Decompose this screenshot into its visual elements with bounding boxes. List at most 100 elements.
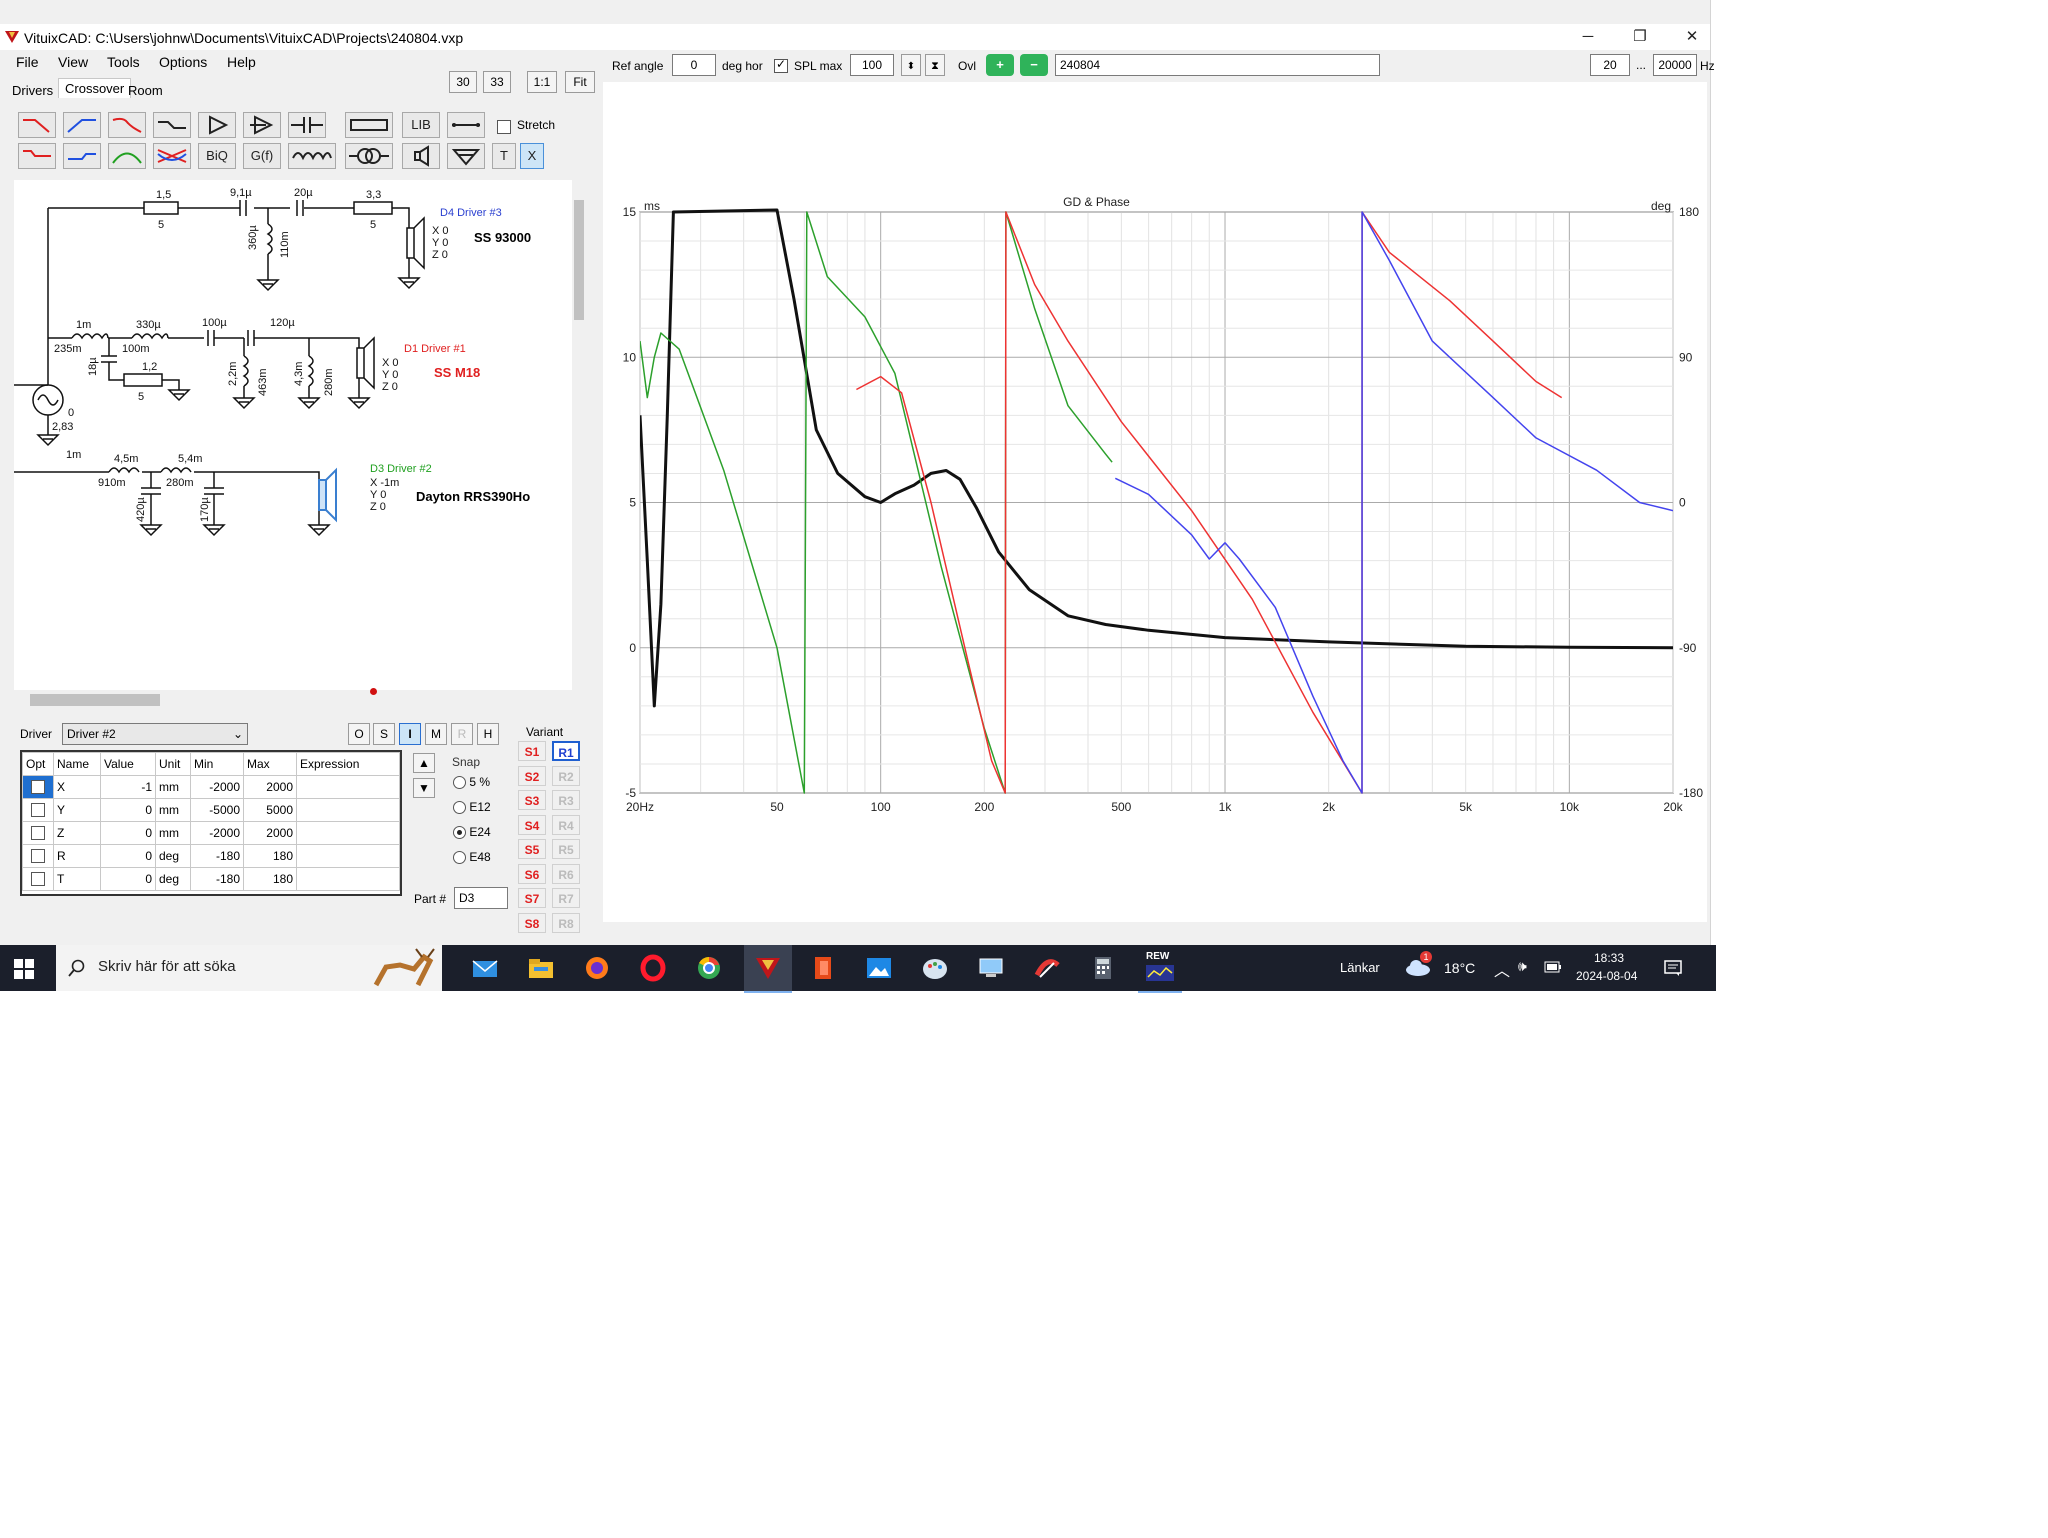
spl-range-button[interactable]: ⧗ [925,54,945,76]
variant-s8-button[interactable]: S8 [518,912,546,933]
row-expression[interactable] [296,798,400,822]
variant-s1-button[interactable]: S1 [518,741,546,761]
part-input[interactable]: D3 [454,887,508,909]
menu-tools[interactable]: Tools [107,54,140,70]
chevron-up-icon[interactable]: ︿ [1494,957,1510,981]
menu-help[interactable]: Help [227,54,256,70]
d3-driver-name[interactable]: D3 Driver #2 [370,463,432,475]
mode-i-button[interactable]: I [399,723,421,745]
table-row[interactable]: T 0 deg -180 180 [22,867,400,891]
mode-m-button[interactable]: M [425,723,447,745]
row-min[interactable]: -180 [190,844,244,868]
opt-checkbox[interactable] [22,775,54,799]
tools-app-icon[interactable] [1032,953,1062,983]
table-row[interactable]: Y 0 mm -5000 5000 [22,798,400,822]
table-row[interactable]: R 0 deg -180 180 [22,844,400,868]
rew-app-icon[interactable]: REW [1138,945,1182,993]
windows-start-icon[interactable] [14,959,34,979]
move-up-button[interactable]: ▲ [413,753,435,773]
variant-r6-button[interactable]: R6 [552,863,580,884]
volume-icon[interactable]: 🕪 [1518,958,1527,975]
row-value[interactable]: 0 [100,798,156,822]
lowpass1-tool[interactable] [18,112,56,138]
schematic-vscroll[interactable] [572,180,586,690]
add-overlay-button[interactable]: + [986,54,1014,76]
snap-option-5pct[interactable]: 5 % [453,775,490,790]
taskbar-search-box[interactable]: Skriv här för att söka [56,945,442,991]
variant-r8-button[interactable]: R8 [552,912,580,933]
table-row[interactable]: X -1 mm -2000 2000 [22,775,400,799]
mode-h-button[interactable]: H [477,723,499,745]
notification-icon[interactable] [1664,959,1682,977]
menu-view[interactable]: View [58,54,88,70]
zoom-1to1-button[interactable]: 1:1 [527,71,557,93]
overlay-name-input[interactable]: 240804 [1055,54,1380,76]
clock-time[interactable]: 18:33 [1594,951,1624,965]
lowpass-step-tool[interactable] [18,143,56,169]
amp-tool[interactable] [198,112,236,138]
shelf-tool[interactable] [153,112,191,138]
d1-driver-name[interactable]: D1 Driver #1 [404,343,466,355]
gd-phase-chart[interactable]: 20Hz 50 100 200 500 1k 2k 5k 10k 20k151050-518090… [603,82,1707,922]
library-button[interactable]: LIB [402,112,440,138]
row-min[interactable]: -180 [190,867,244,891]
capacitor-tool[interactable] [288,112,326,138]
freq-max-input[interactable]: 20000 [1653,54,1697,76]
variant-s7-button[interactable]: S7 [518,888,546,908]
opt-checkbox[interactable] [22,821,54,845]
biquad-button[interactable]: BiQ [198,143,236,169]
tab-room[interactable]: Room [124,82,167,99]
variant-s3-button[interactable]: S3 [518,790,546,810]
opera-icon[interactable] [638,953,668,983]
variant-r3-button[interactable]: R3 [552,790,580,810]
highpass1-tool[interactable] [63,112,101,138]
mode-o-button[interactable]: O [348,723,370,745]
mode-s-button[interactable]: S [373,723,395,745]
row-min[interactable]: -2000 [190,775,244,799]
d4-driver-name[interactable]: D4 Driver #3 [440,207,502,219]
calculator-icon[interactable] [1088,953,1118,983]
stretch-checkbox[interactable] [497,118,511,134]
transformer-tool[interactable] [345,143,393,169]
opt-checkbox[interactable] [22,867,54,891]
menu-file[interactable]: File [16,54,39,70]
variant-s5-button[interactable]: S5 [518,839,546,859]
highpass-step-tool[interactable] [63,143,101,169]
move-down-button[interactable]: ▼ [413,778,435,798]
spl-max-input[interactable]: 100 [850,54,894,76]
row-max[interactable]: 5000 [243,798,297,822]
lowpass2-tool[interactable] [108,112,146,138]
variant-r4-button[interactable]: R4 [552,814,580,835]
battery-icon[interactable] [1544,961,1562,973]
schematic-canvas[interactable]: 1,5 5 9,1µ 20µ 3,3 5 360µ 110m X 0 Y 0 Z… [14,180,584,690]
row-value[interactable]: 0 [100,821,156,845]
row-value[interactable]: 0 [100,844,156,868]
close-button[interactable]: ✕ [1672,26,1712,48]
row-expression[interactable] [296,844,400,868]
vituixcad-app-icon[interactable] [744,945,792,993]
variant-s4-button[interactable]: S4 [518,814,546,835]
zoom-30-button[interactable]: 30 [449,71,477,93]
table-row[interactable]: Z 0 mm -2000 2000 [22,821,400,845]
gf-button[interactable]: G(f) [243,143,281,169]
zoom-33-button[interactable]: 33 [483,71,511,93]
opt-checkbox[interactable] [22,844,54,868]
mode-r-button[interactable]: R [451,723,473,745]
row-max[interactable]: 2000 [243,821,297,845]
row-max[interactable]: 180 [243,867,297,891]
t-button[interactable]: T [492,143,516,169]
opt-checkbox[interactable] [22,798,54,822]
ref-angle-input[interactable]: 0 [672,54,716,76]
office-icon[interactable] [808,953,838,983]
row-expression[interactable] [296,867,400,891]
restore-button[interactable]: ❐ [1620,26,1660,48]
row-min[interactable]: -2000 [190,821,244,845]
row-expression[interactable] [296,821,400,845]
tab-drivers[interactable]: Drivers [8,82,57,99]
chrome-icon[interactable] [694,953,724,983]
ground-tool[interactable] [447,143,485,169]
driver-tool[interactable] [402,143,440,169]
zoom-fit-button[interactable]: Fit [565,71,595,93]
row-max[interactable]: 2000 [243,775,297,799]
variant-r1-button[interactable]: R1 [552,741,580,761]
